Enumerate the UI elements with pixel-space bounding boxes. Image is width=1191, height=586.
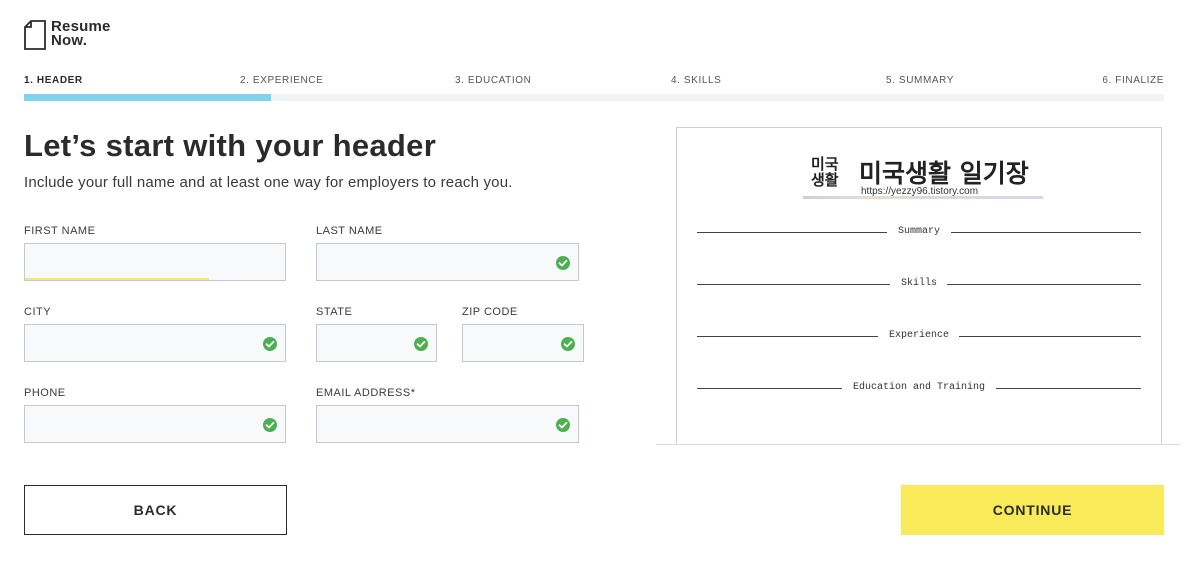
step-summary[interactable]: 5. SUMMARY bbox=[886, 75, 954, 86]
phone-field[interactable] bbox=[24, 405, 286, 443]
city-field[interactable] bbox=[24, 324, 286, 362]
check-circle-icon bbox=[263, 418, 277, 432]
page-subtitle: Include your full name and at least one … bbox=[24, 174, 513, 191]
zip-code-field[interactable] bbox=[462, 324, 584, 362]
check-circle-icon bbox=[414, 337, 428, 351]
resume-preview[interactable]: 미국 생활 미국생활 일기장 https://yezzy96.tistory.c… bbox=[676, 127, 1162, 445]
input-focus-indicator bbox=[25, 278, 209, 280]
preview-section-label: Skills bbox=[900, 278, 937, 289]
city-label: CITY bbox=[24, 306, 52, 318]
check-circle-icon bbox=[263, 337, 277, 351]
preview-name-block: 미국 생활 미국생활 일기장 https://yezzy96.tistory.c… bbox=[803, 154, 1051, 200]
logo-text: Resume Now. bbox=[51, 19, 111, 49]
check-circle-icon bbox=[561, 337, 575, 351]
preview-brand-small-line-2: 생활 bbox=[811, 171, 839, 189]
email-label: EMAIL ADDRESS* bbox=[316, 387, 416, 399]
preview-section-education: Education and Training bbox=[697, 382, 1141, 394]
zip-code-label: ZIP CODE bbox=[462, 306, 518, 318]
continue-button[interactable]: CONTINUE bbox=[901, 485, 1164, 535]
city-input[interactable] bbox=[25, 325, 285, 361]
preview-section-label: Summary bbox=[897, 226, 940, 237]
phone-input[interactable] bbox=[25, 406, 285, 442]
step-header[interactable]: 1. HEADER bbox=[24, 75, 83, 86]
progress-bar bbox=[24, 94, 1164, 101]
first-name-field[interactable] bbox=[24, 243, 286, 281]
state-label: STATE bbox=[316, 306, 353, 318]
step-skills[interactable]: 4. SKILLS bbox=[671, 75, 721, 86]
check-circle-icon bbox=[556, 418, 570, 432]
step-finalize[interactable]: 6. FINALIZE bbox=[1102, 75, 1164, 86]
back-button[interactable]: BACK bbox=[24, 485, 287, 535]
preview-brand-watermark bbox=[803, 196, 1043, 199]
preview-brand-small: 미국 생활 bbox=[811, 156, 839, 188]
last-name-input[interactable] bbox=[317, 244, 578, 280]
preview-section-label: Experience bbox=[888, 330, 949, 341]
step-navigation: 1. HEADER 2. EXPERIENCE 3. EDUCATION 4. … bbox=[24, 75, 1164, 87]
preview-section-experience: Experience bbox=[697, 330, 1141, 342]
resume-now-logo[interactable]: Resume Now. bbox=[24, 19, 111, 50]
step-experience[interactable]: 2. EXPERIENCE bbox=[240, 75, 323, 86]
last-name-field[interactable] bbox=[316, 243, 579, 281]
preview-section-label: Education and Training bbox=[852, 382, 986, 393]
preview-brand-title: 미국생활 일기장 bbox=[859, 159, 1029, 188]
email-field[interactable] bbox=[316, 405, 579, 443]
logo-line-2: Now. bbox=[51, 32, 88, 49]
last-name-label: LAST NAME bbox=[316, 225, 383, 237]
progress-bar-fill bbox=[24, 94, 272, 101]
document-icon bbox=[24, 20, 46, 50]
check-circle-icon bbox=[556, 256, 570, 270]
preview-section-skills: Skills bbox=[697, 278, 1141, 290]
preview-brand-small-line-1: 미국 bbox=[811, 155, 839, 173]
phone-label: PHONE bbox=[24, 387, 66, 399]
state-field[interactable] bbox=[316, 324, 437, 362]
preview-section-summary: Summary bbox=[697, 226, 1141, 238]
step-education[interactable]: 3. EDUCATION bbox=[455, 75, 531, 86]
first-name-label: FIRST NAME bbox=[24, 225, 96, 237]
resume-preview-panel: 미국 생활 미국생활 일기장 https://yezzy96.tistory.c… bbox=[656, 127, 1180, 445]
email-input[interactable] bbox=[317, 406, 578, 442]
page-title: Let’s start with your header bbox=[24, 128, 437, 163]
first-name-input[interactable] bbox=[25, 244, 285, 280]
